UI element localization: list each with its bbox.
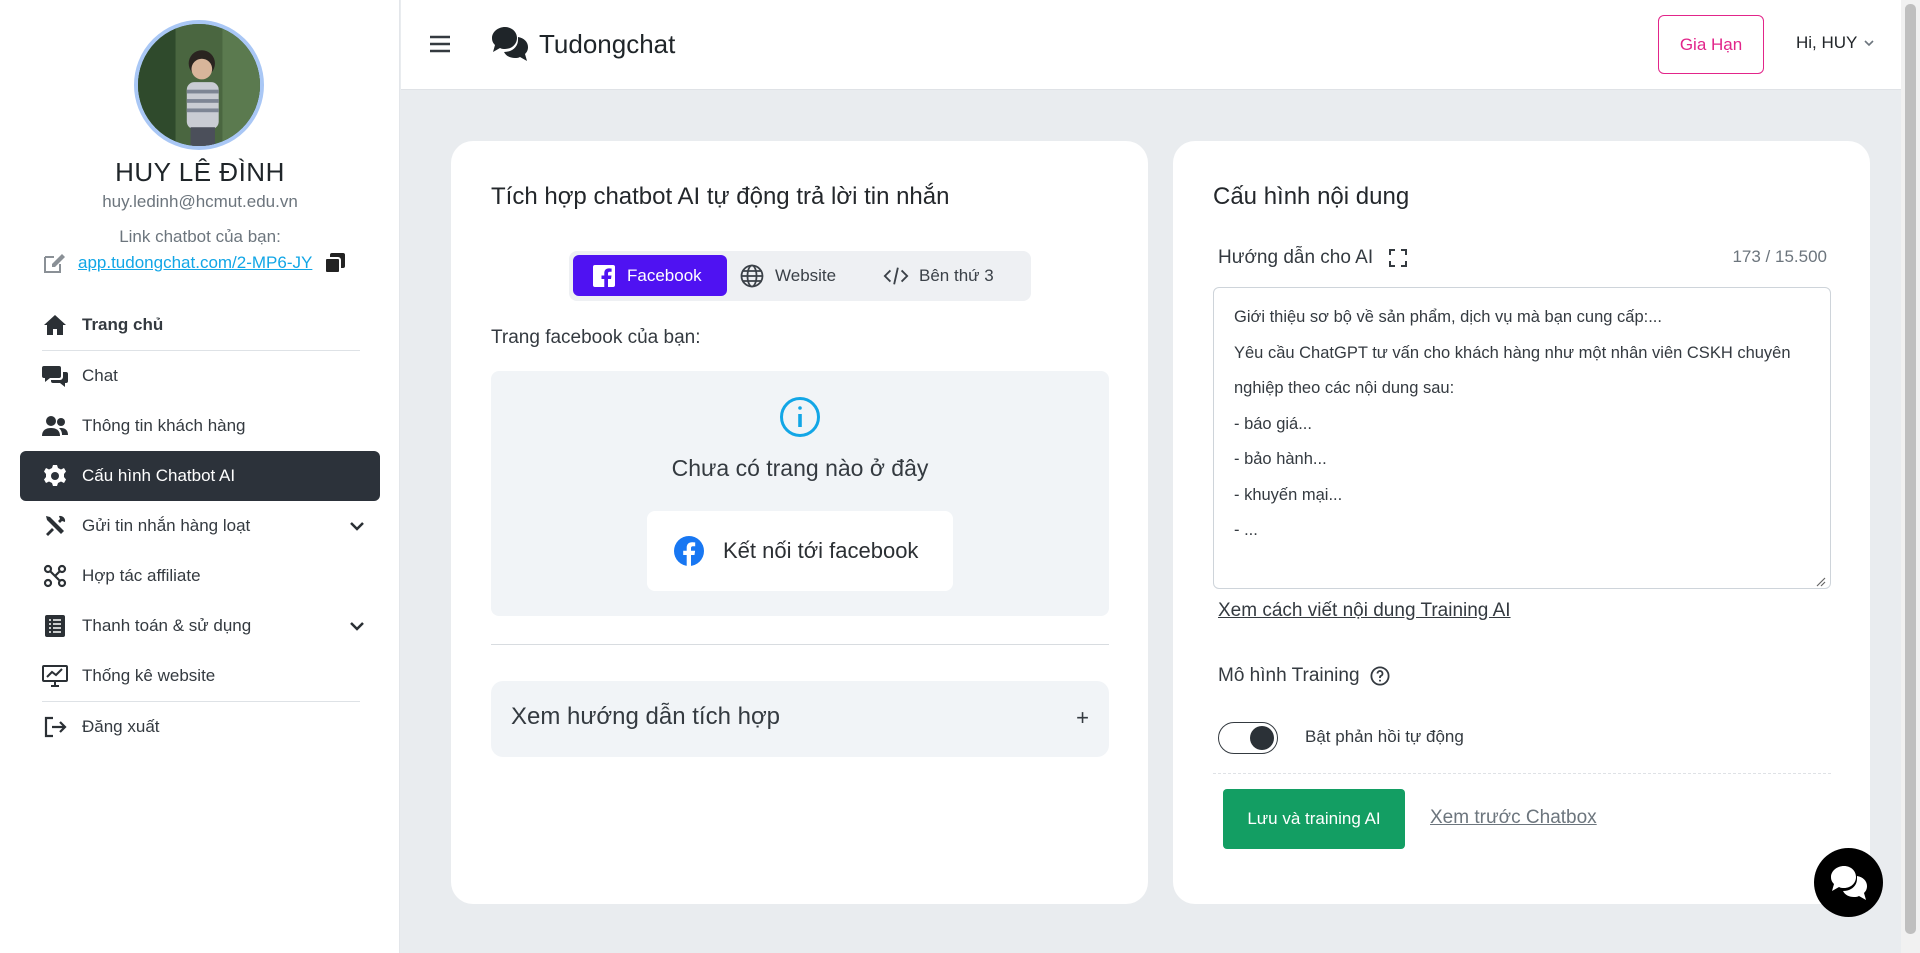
user-menu[interactable]: Hi, HUY <box>1796 33 1875 53</box>
expand-plus-icon: + <box>1076 705 1089 730</box>
copy-icon[interactable] <box>324 252 346 274</box>
gear-icon <box>42 464 68 488</box>
sidebar-item-label: Thanh toán & sử dụng <box>82 616 252 635</box>
training-guide-link[interactable]: Xem cách viết nội dung Training AI <box>1218 600 1511 622</box>
logout-icon <box>42 715 68 739</box>
integration-tabs: Facebook Website Bên thứ 3 <box>569 251 1031 301</box>
chevron-down-icon <box>1864 40 1874 47</box>
user-greeting: Hi, HUY <box>1796 33 1858 52</box>
integration-title: Tích hợp chatbot AI tự động trả lời tin … <box>491 183 950 210</box>
sidebar-item-label: Hợp tác affiliate <box>82 566 201 585</box>
preview-chatbox-link[interactable]: Xem trước Chatbox <box>1430 807 1597 829</box>
sidebar-item-label: Cấu hình Chatbot AI <box>82 466 236 485</box>
chat-logo-icon <box>1830 865 1867 900</box>
ai-instructions-textarea[interactable]: Giới thiệu sơ bộ về sản phẩm, dịch vụ mà… <box>1213 287 1831 589</box>
chevron-down-icon[interactable] <box>348 517 366 535</box>
info-icon <box>780 397 820 437</box>
question-circle-icon[interactable] <box>1370 666 1390 686</box>
receipt-icon <box>42 614 68 638</box>
avatar-photo <box>138 24 260 146</box>
sidebar-item-label: Thống kê website <box>82 666 216 685</box>
sidebar-item-label: Thông tin khách hàng <box>82 416 246 435</box>
integration-guide-label: Xem hướng dẫn tích hợp <box>511 703 781 730</box>
toggle-knob <box>1250 726 1274 750</box>
chatbot-link-row: app.tudongchat.com/2-MP6-JY <box>42 250 346 276</box>
connect-facebook-label: Kết nối tới facebook <box>723 538 919 563</box>
save-and-train-button[interactable]: Lưu và training AI <box>1223 789 1405 849</box>
ai-instructions-label: Hướng dẫn cho AI <box>1218 247 1374 268</box>
chart-monitor-icon <box>42 664 68 688</box>
sidebar-item-billing[interactable]: Thanh toán & sử dụng <box>20 601 380 651</box>
affiliate-icon <box>42 564 68 588</box>
auto-reply-toggle[interactable] <box>1218 722 1278 754</box>
connect-facebook-button[interactable]: Kết nối tới facebook <box>647 511 953 591</box>
chevron-down-icon[interactable] <box>348 617 366 635</box>
tab-label: Facebook <box>627 265 702 285</box>
tab-third-party[interactable]: Bên thứ 3 <box>883 255 1023 296</box>
chatbot-link-url[interactable]: app.tudongchat.com/2-MP6-JY <box>78 253 312 273</box>
globe-icon <box>739 263 765 289</box>
scrollbar-thumb[interactable] <box>1905 4 1916 934</box>
renew-button[interactable]: Gia Hạn <box>1658 15 1764 74</box>
facebook-circle-icon <box>674 536 704 566</box>
sidebar-item-label: Gửi tin nhắn hàng loạt <box>82 516 251 535</box>
facebook-page-label: Trang facebook của bạn: <box>491 327 701 348</box>
tools-icon <box>42 514 68 538</box>
sidebar-item-chat[interactable]: Chat <box>20 351 380 401</box>
hamburger-menu-icon[interactable] <box>429 33 451 55</box>
training-model-label-row: Mô hình Training <box>1218 665 1390 687</box>
user-email: huy.ledinh@hcmut.edu.vn <box>102 192 298 211</box>
tudongchat-logo-icon <box>492 27 528 61</box>
sidebar-item-website-stats[interactable]: Thống kê website <box>20 651 380 701</box>
integration-card: Tích hợp chatbot AI tự động trả lời tin … <box>451 141 1148 904</box>
sidebar-nav: Trang chủ Chat Thông tin khách hàng Cấu … <box>20 300 380 752</box>
brand-name: Tudongchat <box>539 28 676 59</box>
sidebar-item-customers[interactable]: Thông tin khách hàng <box>20 401 380 451</box>
auto-reply-label: Bật phản hồi tự động <box>1305 727 1464 746</box>
empty-pages-box: Chưa có trang nào ở đây Kết nối tới face… <box>491 371 1109 616</box>
char-count: 173 / 15.500 <box>1732 247 1827 266</box>
sidebar-item-label: Chat <box>82 366 118 385</box>
divider <box>1213 773 1831 774</box>
ai-instructions-label-row: Hướng dẫn cho AI <box>1218 247 1408 269</box>
sidebar-item-chatbot-config[interactable]: Cấu hình Chatbot AI <box>20 451 380 501</box>
sidebar-item-label: Trang chủ <box>82 315 164 334</box>
sidebar-item-label: Đăng xuất <box>82 717 160 736</box>
topbar: Tudongchat Gia Hạn Hi, HUY <box>401 0 1901 90</box>
tab-label: Website <box>775 265 837 285</box>
fullscreen-icon[interactable] <box>1389 249 1408 267</box>
resize-grip-icon[interactable] <box>1814 575 1826 587</box>
training-model-label: Mô hình Training <box>1218 665 1360 686</box>
divider <box>491 644 1109 645</box>
brand[interactable]: Tudongchat <box>491 26 675 62</box>
scrollbar[interactable] <box>1901 0 1920 953</box>
integration-guide-accordion[interactable]: Xem hướng dẫn tích hợp + <box>491 681 1109 757</box>
avatar[interactable] <box>134 20 264 150</box>
content-config-title: Cấu hình nội dung <box>1213 183 1410 210</box>
home-icon <box>42 313 68 337</box>
chatbot-link-label: Link chatbot của bạn: <box>119 227 281 246</box>
content-config-card: Cấu hình nội dung Hướng dẫn cho AI 173 /… <box>1173 141 1870 904</box>
sidebar: HUY LÊ ĐÌNH huy.ledinh@hcmut.edu.vn Link… <box>0 0 400 953</box>
sidebar-item-logout[interactable]: Đăng xuất <box>20 702 380 752</box>
users-icon <box>42 414 68 438</box>
user-name: HUY LÊ ĐÌNH <box>115 157 285 187</box>
tab-website[interactable]: Website <box>739 255 859 296</box>
empty-pages-text: Chưa có trang nào ở đây <box>671 455 929 481</box>
floating-chat-button[interactable] <box>1814 848 1883 917</box>
tab-facebook[interactable]: Facebook <box>573 255 727 296</box>
facebook-icon <box>591 263 617 289</box>
code-icon <box>883 263 909 289</box>
sidebar-item-affiliate[interactable]: Hợp tác affiliate <box>20 551 380 601</box>
tab-label: Bên thứ 3 <box>919 265 994 285</box>
sidebar-item-bulk-message[interactable]: Gửi tin nhắn hàng loạt <box>20 501 380 551</box>
edit-icon[interactable] <box>42 251 68 275</box>
sidebar-item-home[interactable]: Trang chủ <box>20 300 380 350</box>
chat-bubbles-icon <box>42 364 68 388</box>
